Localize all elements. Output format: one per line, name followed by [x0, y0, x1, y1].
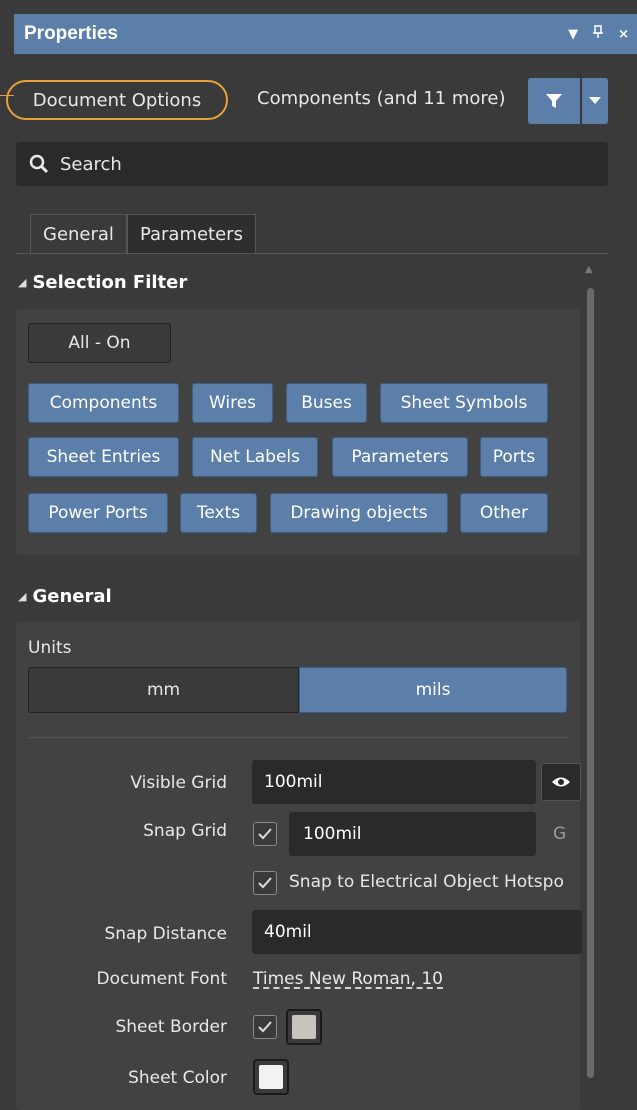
filter-chip-parameters[interactable]: Parameters: [332, 437, 468, 477]
grid-visibility-button[interactable]: [541, 763, 581, 801]
units-label: Units: [28, 638, 72, 658]
filter-icon: [546, 94, 562, 108]
filter-dropdown-button[interactable]: [582, 78, 608, 124]
snap-grid-shortcut: G: [553, 824, 567, 844]
selection-filter-header[interactable]: ◢ Selection Filter: [18, 272, 187, 293]
components-selector[interactable]: Components (and 11 more): [257, 88, 505, 109]
sheet-border-label: Sheet Border: [115, 1017, 227, 1037]
units-mils-option[interactable]: mils: [299, 667, 567, 713]
all-on-button[interactable]: All - On: [28, 323, 171, 363]
tab-bar: General Parameters: [30, 214, 256, 254]
filter-chip-components[interactable]: Components: [28, 383, 179, 423]
search-input[interactable]: Search: [16, 142, 608, 186]
filter-chip-ports[interactable]: Ports: [480, 437, 548, 477]
filter-chip-net-labels[interactable]: Net Labels: [192, 437, 318, 477]
checkmark-icon: [258, 1021, 272, 1033]
filter-chip-sheet-symbols[interactable]: Sheet Symbols: [380, 383, 548, 423]
general-header[interactable]: ◢ General: [18, 586, 112, 607]
eye-icon: [552, 777, 570, 787]
sheet-border-color-swatch[interactable]: [286, 1009, 322, 1045]
sheet-border-color-fill: [292, 1015, 316, 1039]
document-font-label: Document Font: [96, 969, 228, 989]
filter-chip-texts[interactable]: Texts: [180, 493, 257, 533]
scroll-up-arrow[interactable]: ▲: [585, 264, 593, 275]
pin-icon[interactable]: [592, 25, 604, 43]
filter-chip-drawing-objects[interactable]: Drawing objects: [270, 493, 448, 533]
chevron-down-icon: [589, 97, 601, 104]
document-font-link[interactable]: Times New Roman, 10: [253, 969, 443, 989]
tab-general[interactable]: General: [30, 214, 127, 254]
visible-grid-field[interactable]: 100mil: [252, 760, 536, 804]
sheet-color-swatch[interactable]: [253, 1059, 289, 1095]
document-options-label[interactable]: Document Options: [6, 80, 228, 120]
panel-menu-icon[interactable]: ▼: [568, 27, 578, 42]
snap-hotspot-checkbox[interactable]: [253, 871, 277, 895]
filter-chip-power-ports[interactable]: Power Ports: [28, 493, 168, 533]
visible-grid-label: Visible Grid: [130, 773, 227, 793]
filter-button[interactable]: [528, 78, 580, 124]
close-icon[interactable]: ×: [618, 27, 629, 42]
snap-hotspot-label: Snap to Electrical Object Hotspo: [289, 872, 564, 892]
sheet-color-label: Sheet Color: [128, 1068, 227, 1088]
tab-parameters[interactable]: Parameters: [126, 214, 256, 254]
search-placeholder: Search: [60, 153, 122, 175]
scrollbar[interactable]: [587, 288, 594, 1078]
filter-chip-other[interactable]: Other: [460, 493, 548, 533]
selection-filter-box: All - On Components Wires Buses Sheet Sy…: [16, 309, 580, 555]
collapse-triangle-icon: ◢: [18, 276, 27, 289]
general-heading: General: [32, 586, 112, 607]
general-divider: [28, 737, 567, 738]
panel-titlebar: Properties ▼ ×: [14, 14, 637, 54]
selection-filter-heading: Selection Filter: [32, 272, 188, 293]
search-icon: [29, 154, 49, 174]
units-mm-option[interactable]: mm: [28, 667, 299, 713]
snap-grid-checkbox[interactable]: [253, 822, 277, 846]
checkmark-icon: [258, 877, 272, 889]
filter-chip-buses[interactable]: Buses: [286, 383, 367, 423]
filter-chip-sheet-entries[interactable]: Sheet Entries: [28, 437, 179, 477]
snap-distance-label: Snap Distance: [104, 924, 227, 944]
snap-distance-field[interactable]: 40mil: [252, 910, 582, 954]
snap-grid-field[interactable]: 100mil: [289, 812, 536, 856]
collapse-triangle-icon: ◢: [18, 590, 27, 603]
checkmark-icon: [258, 828, 272, 840]
snap-grid-label: Snap Grid: [143, 821, 227, 841]
sheet-color-fill: [259, 1065, 283, 1089]
sheet-border-checkbox[interactable]: [253, 1015, 277, 1039]
panel-title: Properties: [24, 23, 118, 44]
tab-divider: [16, 253, 608, 254]
filter-chip-wires[interactable]: Wires: [192, 383, 273, 423]
